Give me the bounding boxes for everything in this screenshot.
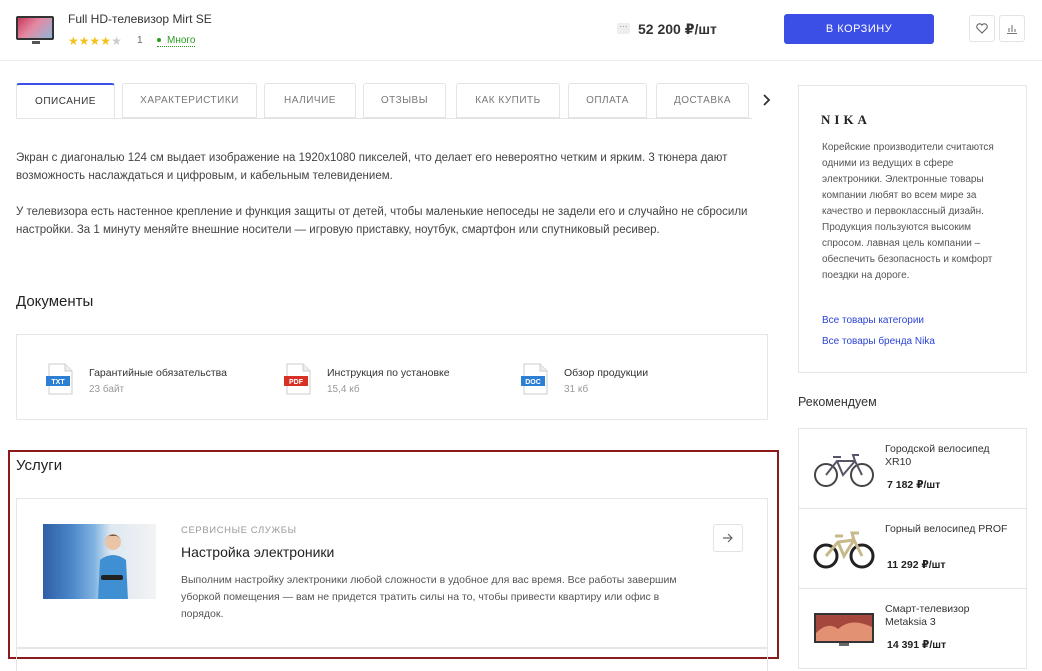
mountain-bike-image (813, 531, 875, 569)
product-sticky-bar: Full HD-телевизор Mirt SE ★★★★★ 1 Много … (0, 0, 1042, 61)
product-thumbnail[interactable] (16, 16, 54, 44)
document-name[interactable]: Инструкция по установке (327, 367, 450, 379)
stock-status: Много (157, 35, 196, 47)
recommended-item[interactable]: Горный велосипед PROF 11 292 ₽/шт (798, 508, 1027, 589)
recommended-item-name[interactable]: Смарт-телевизор Metaksia 3 (885, 603, 1009, 629)
technician-figure (98, 534, 128, 599)
recommended-title: Рекомендуем (798, 395, 877, 409)
recommended-item-price: 11 292 ₽/шт (887, 559, 946, 571)
document-size: 31 кб (564, 384, 589, 395)
brand-info-panel: NIKA Корейские производители считаются о… (798, 85, 1027, 373)
brand-logo[interactable]: NIKA (821, 112, 871, 128)
documents-list: TXT Гарантийные обязательства 23 байт PD… (16, 334, 768, 420)
tab-reviews[interactable]: Отзывы (363, 83, 446, 118)
star-empty-icon: ★ (111, 34, 122, 48)
star-icon: ★ (89, 34, 101, 48)
star-icon: ★ (68, 34, 79, 48)
product-title[interactable]: Full HD-телевизор Mirt SE (68, 12, 212, 26)
tab-payment[interactable]: Оплата (568, 83, 647, 118)
service-category: Сервисные службы (181, 525, 297, 536)
tabs-divider (16, 118, 752, 119)
recommended-item-name[interactable]: Городской велосипед XR10 (885, 443, 1009, 469)
compare-icon (1007, 25, 1017, 34)
description-paragraph-2: У телевизора есть настенное крепление и … (16, 206, 748, 236)
service-card[interactable]: Сервисные службы Настройка электроники В… (16, 498, 768, 648)
tab-how-to-buy[interactable]: Как купить (456, 83, 560, 118)
more-button[interactable]: ··· (617, 23, 630, 34)
services-title: Услуги (16, 457, 63, 474)
tab-description[interactable]: Описание (16, 83, 115, 118)
link-all-brand-products[interactable]: Все товары бренда Nika (822, 336, 935, 347)
brand-description: Корейские производители считаются одними… (822, 142, 994, 281)
recommended-item-price: 14 391 ₽/шт (887, 639, 947, 651)
svg-text:DOC: DOC (525, 379, 541, 386)
recommended-item[interactable]: Смарт-телевизор Metaksia 3 14 391 ₽/шт (798, 588, 1027, 669)
doc-file-icon: DOC (521, 363, 548, 395)
chevron-right-icon (763, 94, 771, 106)
svg-text:TXT: TXT (51, 379, 65, 386)
recommended-item-name[interactable]: Горный велосипед PROF (885, 523, 1009, 536)
svg-text:PDF: PDF (289, 379, 304, 386)
document-size: 15,4 кб (327, 384, 360, 395)
recommended-item-price: 7 182 ₽/шт (887, 479, 941, 491)
favorite-button[interactable] (969, 15, 995, 42)
document-size: 23 байт (89, 384, 125, 395)
description-paragraph-1: Экран с диагональю 124 см выдает изображ… (16, 152, 728, 182)
city-bike-image (814, 454, 874, 487)
compare-button[interactable] (999, 15, 1025, 42)
tab-characteristics[interactable]: Характеристики (122, 83, 257, 118)
tabs-next-button[interactable] (758, 92, 774, 108)
rating-count: 1 (137, 35, 143, 46)
star-icon: ★ (78, 34, 90, 48)
tab-delivery[interactable]: Доставка (656, 83, 749, 118)
service-image (43, 524, 156, 599)
document-name[interactable]: Обзор продукции (564, 367, 648, 379)
smart-tv-image (814, 613, 874, 646)
service-card[interactable] (16, 648, 768, 671)
arrow-right-icon (723, 533, 733, 543)
pdf-file-icon: PDF (284, 363, 311, 395)
service-open-button[interactable] (713, 524, 743, 552)
documents-title: Документы (16, 293, 94, 310)
recommended-item[interactable]: Городской велосипед XR10 7 182 ₽/шт (798, 428, 1027, 509)
rating-stars: ★★★★★ (68, 34, 122, 48)
txt-file-icon: TXT (46, 363, 73, 395)
star-icon: ★ (100, 34, 112, 48)
link-all-category-products[interactable]: Все товары категории (822, 315, 924, 326)
service-description: Выполним настройку электроники любой сло… (181, 574, 677, 620)
add-to-cart-button[interactable]: В КОРЗИНУ (784, 14, 934, 44)
heart-icon (976, 23, 988, 34)
tab-availability[interactable]: Наличие (264, 83, 356, 118)
product-price: 52 200 ₽/шт (638, 21, 717, 37)
service-title[interactable]: Настройка электроники (181, 544, 334, 560)
document-name[interactable]: Гарантийные обязательства (89, 367, 227, 379)
